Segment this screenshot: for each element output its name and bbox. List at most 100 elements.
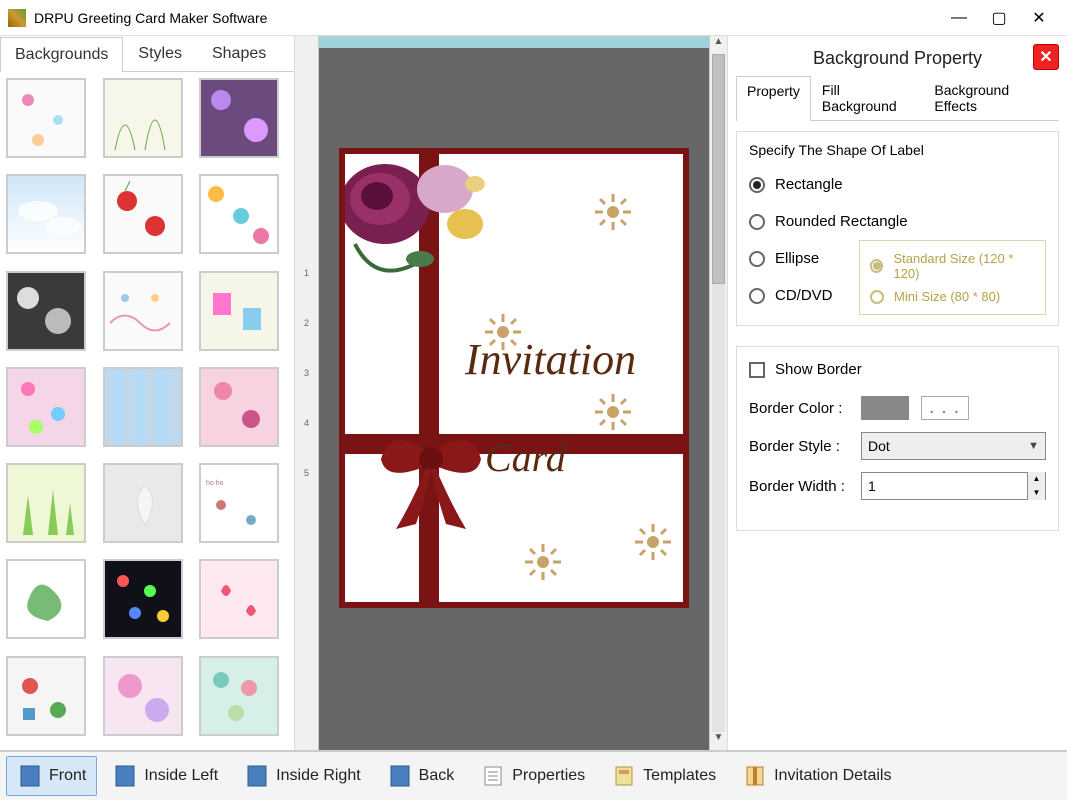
bg-thumb[interactable]: [103, 656, 183, 736]
chevron-down-icon: ▼: [1028, 440, 1039, 452]
tab-shapes[interactable]: Shapes: [197, 36, 281, 71]
radio-icon: [870, 259, 883, 273]
btn-inside-right[interactable]: Inside Right: [233, 756, 372, 796]
card-text-line1: Invitation: [465, 334, 675, 385]
tab-styles[interactable]: Styles: [123, 36, 197, 71]
cd-size-options: Standard Size (120 * 120) Mini Size (80 …: [859, 240, 1046, 315]
bg-thumb[interactable]: [103, 463, 183, 543]
window-title: DRPU Greeting Card Maker Software: [34, 10, 939, 26]
details-icon: [742, 763, 768, 789]
right-panel-title: Background Property: [813, 48, 982, 69]
bg-thumb[interactable]: [6, 559, 86, 639]
canvas-area: 12345: [295, 36, 727, 750]
radio-rectangle[interactable]: Rectangle: [749, 166, 1046, 203]
background-thumbnail-grid[interactable]: ho ho: [0, 72, 294, 750]
bg-thumb[interactable]: [6, 78, 86, 158]
border-color-more-button[interactable]: . . .: [921, 396, 969, 420]
maximize-button[interactable]: ▢: [979, 3, 1019, 33]
greeting-card[interactable]: Invitation Card: [339, 148, 689, 608]
flower-graphic: [339, 148, 525, 314]
star-icon: [595, 394, 631, 430]
bg-thumb[interactable]: [103, 559, 183, 639]
bg-thumb[interactable]: [199, 656, 279, 736]
spin-up-button[interactable]: ▲: [1028, 472, 1045, 486]
bg-thumb[interactable]: [199, 367, 279, 447]
border-width-label: Border Width :: [749, 478, 861, 495]
radio-mini-size[interactable]: Mini Size (80 * 80): [870, 285, 1035, 308]
left-tabs: Backgrounds Styles Shapes: [0, 36, 294, 72]
left-sidebar: Backgrounds Styles Shapes ho ho: [0, 36, 295, 750]
bg-thumb[interactable]: [199, 78, 279, 158]
radio-ellipse[interactable]: Ellipse: [749, 240, 859, 277]
radio-icon: [749, 251, 765, 267]
right-panel: Background Property ✕ Property Fill Back…: [727, 36, 1067, 750]
border-color-label: Border Color :: [749, 400, 861, 417]
bg-thumb[interactable]: [6, 271, 86, 351]
radio-icon: [749, 214, 765, 230]
star-icon: [525, 544, 561, 580]
app-icon: [8, 9, 26, 27]
radio-icon: [749, 288, 765, 304]
bg-thumb[interactable]: [6, 656, 86, 736]
page-icon: [244, 763, 270, 789]
vertical-ruler: 12345: [295, 36, 319, 750]
bg-thumb[interactable]: [6, 367, 86, 447]
bg-thumb[interactable]: [199, 559, 279, 639]
shape-section-label: Specify The Shape Of Label: [749, 142, 1046, 158]
canvas-viewport[interactable]: Invitation Card: [319, 36, 709, 750]
tab-backgrounds[interactable]: Backgrounds: [0, 37, 123, 72]
page-icon: [387, 763, 413, 789]
bg-thumb[interactable]: [103, 271, 183, 351]
shape-section: Specify The Shape Of Label Rectangle Rou…: [736, 131, 1059, 326]
right-panel-header: Background Property ✕: [736, 40, 1059, 75]
border-style-select[interactable]: Dot ▼: [861, 432, 1046, 460]
bg-thumb[interactable]: [103, 367, 183, 447]
bg-thumb[interactable]: [103, 78, 183, 158]
border-style-label: Border Style :: [749, 438, 861, 455]
radio-cddvd[interactable]: CD/DVD: [749, 277, 859, 314]
checkbox-show-border[interactable]: Show Border: [749, 361, 1046, 378]
bg-thumb[interactable]: ho ho: [199, 463, 279, 543]
bow-graphic: [371, 414, 491, 534]
titlebar: DRPU Greeting Card Maker Software — ▢ ✕: [0, 0, 1067, 36]
bg-thumb[interactable]: [6, 174, 86, 254]
bg-thumb[interactable]: [103, 174, 183, 254]
border-width-input[interactable]: 1 ▲ ▼: [861, 472, 1046, 500]
checkbox-icon: [749, 362, 765, 378]
scroll-thumb[interactable]: [712, 54, 725, 284]
tab-fill-background[interactable]: Fill Background: [811, 75, 923, 120]
bg-thumb[interactable]: [199, 174, 279, 254]
canvas-scrollbar[interactable]: ▲ ▼: [709, 36, 727, 750]
panel-close-button[interactable]: ✕: [1033, 44, 1059, 70]
btn-inside-left[interactable]: Inside Left: [101, 756, 229, 796]
star-icon: [595, 194, 631, 230]
spin-down-button[interactable]: ▼: [1028, 486, 1045, 500]
bg-thumb[interactable]: [199, 271, 279, 351]
page-icon: [112, 763, 138, 789]
btn-front[interactable]: Front: [6, 756, 97, 796]
card-text-line2: Card: [485, 434, 566, 481]
btn-back[interactable]: Back: [376, 756, 466, 796]
radio-standard-size[interactable]: Standard Size (120 * 120): [870, 247, 1035, 285]
border-color-swatch[interactable]: [861, 396, 909, 420]
tab-property[interactable]: Property: [736, 76, 811, 121]
border-section: Show Border Border Color : . . . Border …: [736, 346, 1059, 531]
templates-icon: [611, 763, 637, 789]
radio-icon: [870, 290, 884, 304]
btn-templates[interactable]: Templates: [600, 756, 727, 796]
tab-background-effects[interactable]: Background Effects: [923, 75, 1059, 120]
radio-icon: [749, 177, 765, 193]
bottom-toolbar: Front Inside Left Inside Right Back Prop…: [0, 750, 1067, 800]
bg-thumb[interactable]: [6, 463, 86, 543]
star-icon: [635, 524, 671, 560]
btn-invitation-details[interactable]: Invitation Details: [731, 756, 902, 796]
properties-icon: [480, 763, 506, 789]
svg-text:ho ho: ho ho: [206, 480, 224, 487]
radio-rounded-rectangle[interactable]: Rounded Rectangle: [749, 203, 1046, 240]
minimize-button[interactable]: —: [939, 3, 979, 33]
scroll-up-arrow[interactable]: ▲: [710, 36, 727, 54]
scroll-down-arrow[interactable]: ▼: [710, 732, 727, 750]
btn-properties[interactable]: Properties: [469, 756, 596, 796]
close-button[interactable]: ✕: [1019, 3, 1059, 33]
page-icon: [17, 763, 43, 789]
